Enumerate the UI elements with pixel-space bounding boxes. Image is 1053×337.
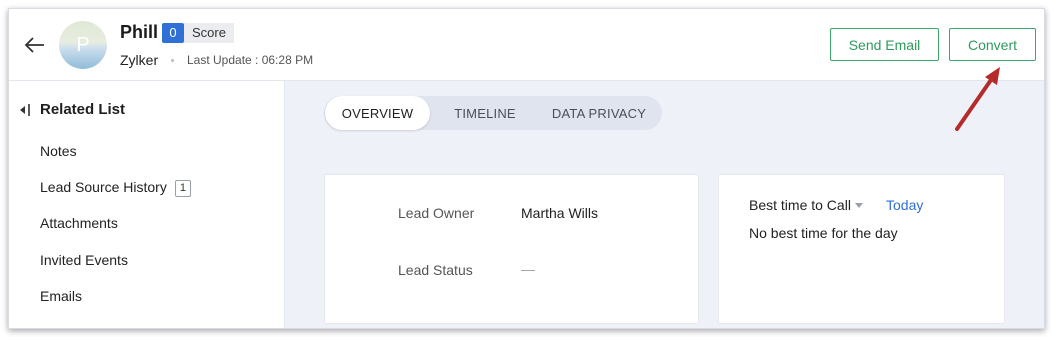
annotation-arrow-icon	[955, 67, 1000, 131]
last-update-text: Last Update : 06:28 PM	[187, 53, 314, 67]
best-time-label: Best time to Call	[749, 197, 851, 213]
back-arrow-icon[interactable]	[23, 35, 47, 55]
sidebar-item-label: Lead Source History	[40, 179, 167, 195]
record-header: P Phill 0 Score Zylker Last Update : 06:…	[9, 9, 1044, 81]
sidebar-item-label: Invited Events	[40, 252, 128, 268]
avatar: P	[59, 21, 107, 69]
app-window: P Phill 0 Score Zylker Last Update : 06:…	[8, 8, 1045, 329]
convert-button[interactable]: Convert	[949, 28, 1036, 61]
tab-overview[interactable]: OVERVIEW	[325, 96, 430, 130]
sidebar-item-label: Notes	[40, 143, 77, 159]
tab-timeline[interactable]: TIMELINE	[439, 96, 531, 130]
sidebar-item-invited-events[interactable]: Invited Events	[40, 252, 128, 268]
count-badge: 1	[174, 180, 191, 197]
tab-data-privacy[interactable]: DATA PRIVACY	[544, 96, 654, 130]
sidebar-item-label: Attachments	[40, 215, 118, 231]
sidebar-item-emails[interactable]: Emails	[40, 288, 82, 304]
lead-owner-value[interactable]: Martha Wills	[521, 205, 598, 221]
lead-owner-label: Lead Owner	[398, 205, 475, 221]
related-list-sidebar: Related List Notes Lead Source History 1 …	[9, 81, 285, 328]
avatar-initial: P	[76, 33, 90, 56]
lead-status-label: Lead Status	[398, 262, 473, 278]
score-count-badge: 0	[162, 23, 184, 43]
sidebar-item-lead-source-history[interactable]: Lead Source History 1	[40, 179, 191, 197]
separator-dot	[171, 59, 174, 62]
sidebar-item-notes[interactable]: Notes	[40, 143, 77, 159]
company-name: Zylker	[120, 52, 159, 68]
lead-name: Phill	[120, 22, 159, 42]
lead-status-value[interactable]: —	[521, 261, 535, 277]
best-time-message: No best time for the day	[749, 225, 898, 241]
lead-details-card: Lead Owner Martha Wills Lead Status —	[324, 174, 699, 324]
today-link[interactable]: Today	[886, 197, 923, 213]
score-label: Score	[184, 23, 234, 43]
caret-down-icon	[854, 203, 863, 208]
best-time-card: Best time to Call Today No best time for…	[718, 174, 1005, 324]
record-tabs: OVERVIEW TIMELINE DATA PRIVACY	[324, 96, 662, 130]
best-time-dropdown[interactable]: Best time to Call	[749, 197, 863, 213]
collapse-panel-icon[interactable]	[19, 103, 31, 117]
related-list-title: Related List	[40, 101, 126, 118]
send-email-button[interactable]: Send Email	[830, 28, 939, 61]
sidebar-item-label: Emails	[40, 288, 83, 304]
sidebar-item-attachments[interactable]: Attachments	[40, 215, 118, 231]
